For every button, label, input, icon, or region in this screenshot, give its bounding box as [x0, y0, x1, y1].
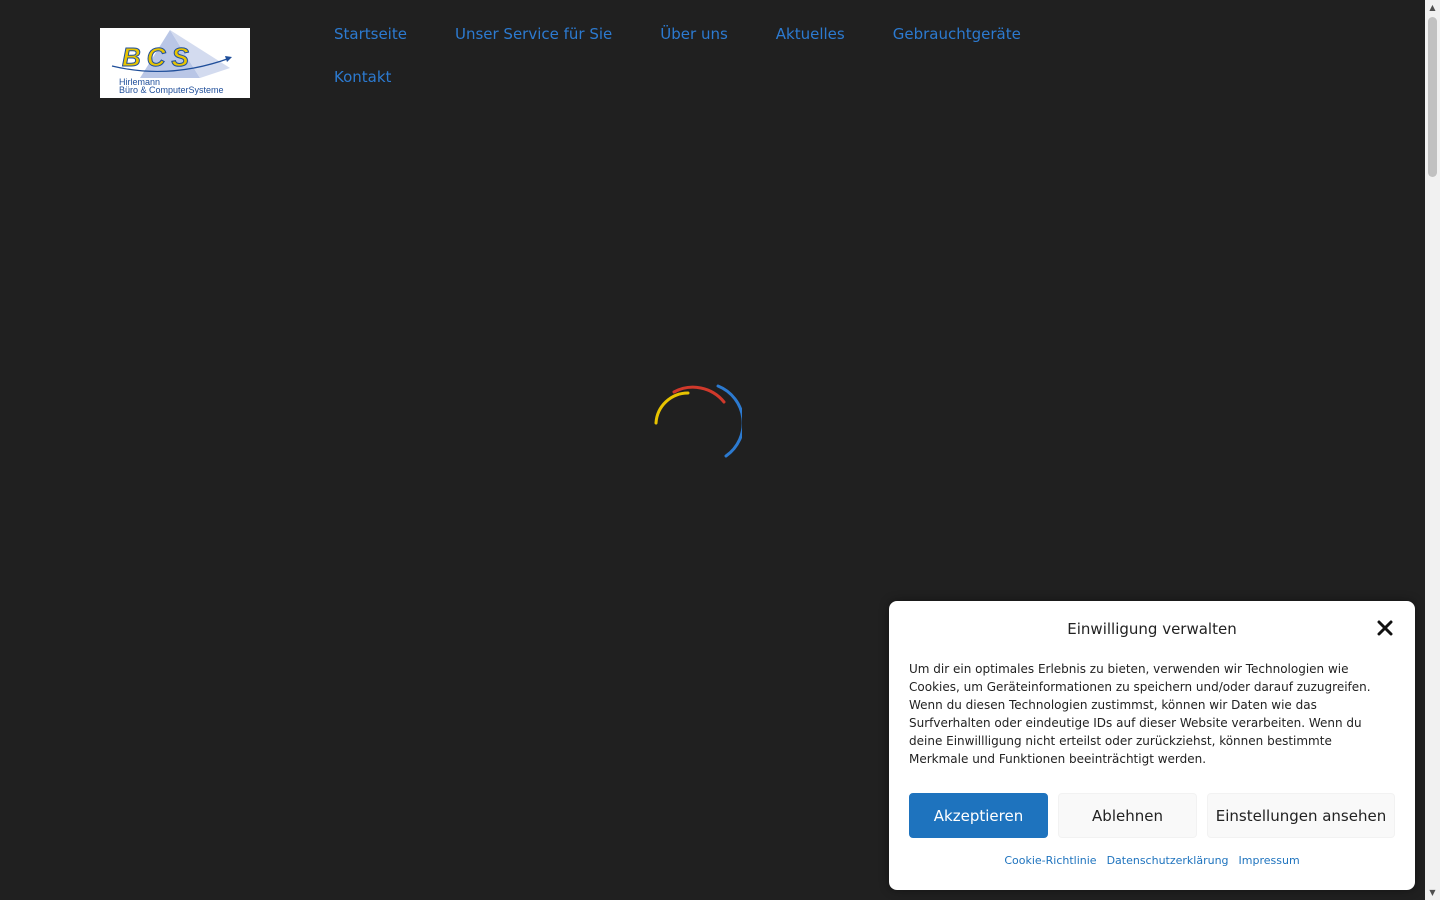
page-scrollbar[interactable]: ▲ ▼ [1425, 0, 1440, 900]
close-icon[interactable] [1375, 618, 1395, 638]
privacy-policy-link[interactable]: Datenschutzerklärung [1107, 853, 1229, 869]
page: BCS Hirlemann Büro & ComputerSysteme Sta… [0, 0, 1425, 900]
main-navigation: Startseite Unser Service für Sie Über un… [310, 13, 1090, 99]
nav-item-gebrauchtgeraete[interactable]: Gebrauchtgeräte [869, 13, 1045, 56]
scrollbar-thumb[interactable] [1428, 17, 1437, 177]
nav-item-kontakt[interactable]: Kontakt [310, 56, 415, 99]
logo-company-tagline: Büro & ComputerSysteme [119, 85, 224, 95]
deny-button[interactable]: Ablehnen [1058, 793, 1197, 838]
nav-item-service[interactable]: Unser Service für Sie [431, 13, 636, 56]
imprint-link[interactable]: Impressum [1239, 853, 1300, 869]
nav-item-ueber-uns[interactable]: Über uns [636, 13, 752, 56]
nav-item-startseite[interactable]: Startseite [310, 13, 431, 56]
cookie-consent-banner: Einwilligung verwalten Um dir ein optima… [889, 601, 1415, 890]
cookie-banner-text: Um dir ein optimales Erlebnis zu bieten,… [909, 662, 1371, 766]
nav-item-aktuelles[interactable]: Aktuelles [752, 13, 869, 56]
cookie-banner-links: Cookie-Richtlinie Datenschutzerklärung I… [889, 853, 1415, 869]
scroll-up-icon[interactable]: ▲ [1425, 0, 1440, 15]
scroll-down-icon[interactable]: ▼ [1425, 885, 1440, 900]
logo-letters: BCS [122, 42, 195, 72]
loading-spinner-icon [652, 380, 745, 460]
cookie-banner-title: Einwilligung verwalten [1067, 620, 1237, 638]
view-settings-button[interactable]: Einstellungen ansehen [1207, 793, 1395, 838]
cookie-policy-link[interactable]: Cookie-Richtlinie [1004, 853, 1096, 869]
site-logo[interactable]: BCS Hirlemann Büro & ComputerSysteme [100, 28, 250, 98]
accept-button[interactable]: Akzeptieren [909, 793, 1048, 838]
